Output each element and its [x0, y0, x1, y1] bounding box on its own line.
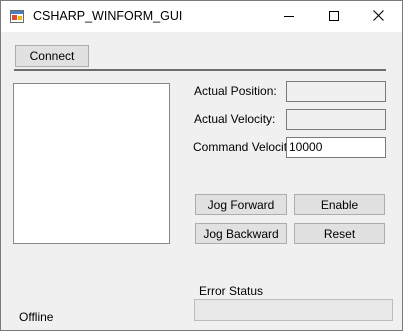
maximize-icon — [328, 10, 339, 24]
app-icon — [10, 9, 25, 24]
actual-velocity-field[interactable] — [286, 109, 386, 130]
separator-line — [14, 69, 386, 71]
command-velocity-label: Command Velocity: — [193, 140, 297, 154]
jog-forward-button[interactable]: Jog Forward — [195, 194, 287, 215]
jog-backward-button[interactable]: Jog Backward — [195, 223, 287, 244]
title-bar[interactable]: CSHARP_WINFORM_GUI — [1, 1, 402, 32]
window-title: CSHARP_WINFORM_GUI — [33, 9, 183, 23]
error-status-label: Error Status — [199, 284, 264, 298]
command-velocity-field[interactable]: 10000 — [286, 137, 386, 158]
log-listbox[interactable] — [13, 83, 170, 244]
actual-velocity-label: Actual Velocity: — [194, 112, 276, 126]
close-icon — [373, 9, 384, 24]
actual-position-field[interactable] — [286, 81, 386, 102]
close-button[interactable] — [356, 1, 401, 32]
reset-button[interactable]: Reset — [294, 223, 385, 244]
error-status-field[interactable] — [194, 299, 393, 321]
enable-button[interactable]: Enable — [294, 194, 385, 215]
minimize-button[interactable] — [266, 1, 311, 32]
connection-status-label: Offline — [19, 310, 54, 324]
actual-position-label: Actual Position: — [194, 84, 277, 98]
minimize-icon — [283, 10, 294, 24]
maximize-button[interactable] — [311, 1, 356, 32]
main-window: CSHARP_WINFORM_GUI Connect Actual Positi… — [0, 0, 403, 331]
connect-button[interactable]: Connect — [15, 45, 89, 67]
